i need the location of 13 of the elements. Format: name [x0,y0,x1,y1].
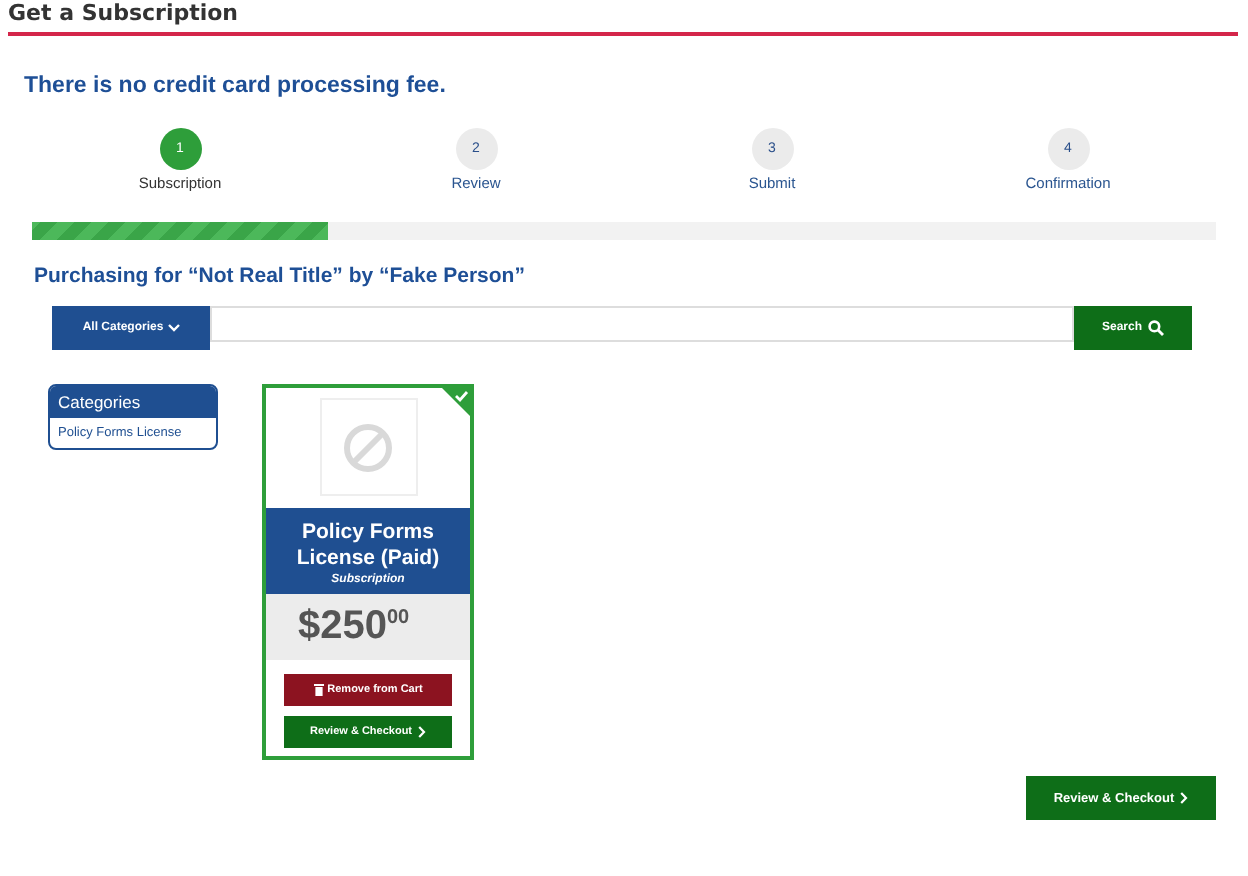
chevron-right-icon [1180,792,1189,804]
notice-text: There is no credit card processing fee. [24,74,448,98]
chevron-down-icon [167,324,180,332]
trash-icon [313,684,324,696]
search-field[interactable] [210,306,1074,342]
product-name: Policy Forms License (Paid) [294,520,442,572]
categories-title: Categories [50,386,216,418]
product-price: $250$^{00}$ [298,604,410,650]
purchasing-heading: Purchasing for “Not Real Title” by “Fake Person” [34,264,527,288]
no-image-icon [342,421,394,473]
page-title: Get a Subscription [8,0,239,26]
search-icon [1148,320,1164,336]
chevron-right-icon [418,726,427,738]
